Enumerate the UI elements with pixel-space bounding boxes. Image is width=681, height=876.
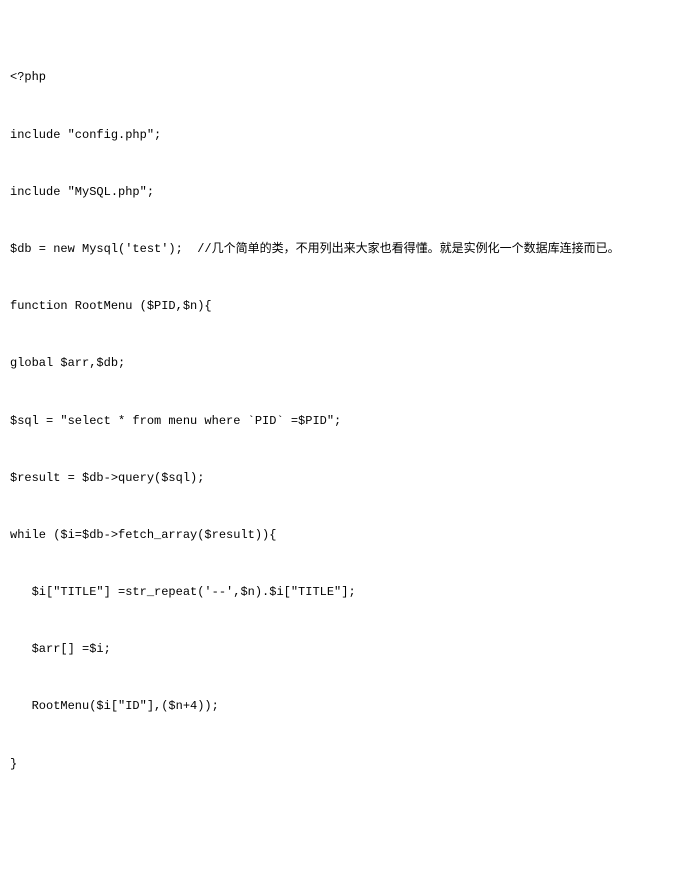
code-line: $i["TITLE"] =str_repeat('--',$n).$i["TIT… xyxy=(10,585,671,601)
code-line: } xyxy=(10,757,671,773)
code-line: RootMenu($i["ID"],($n+4)); xyxy=(10,699,671,715)
code-line: $sql = "select * from menu where `PID` =… xyxy=(10,414,671,430)
code-line: include "MySQL.php"; xyxy=(10,185,671,201)
code-line: <?php xyxy=(10,70,671,86)
code-line: $result = $db->query($sql); xyxy=(10,471,671,487)
code-line: function RootMenu ($PID,$n){ xyxy=(10,299,671,315)
code-line: $arr[] =$i; xyxy=(10,642,671,658)
code-line: global $arr,$db; xyxy=(10,356,671,372)
code-line: include "config.php"; xyxy=(10,128,671,144)
code-line: $db = new Mysql('test'); //几个简单的类，不用列出来大… xyxy=(10,242,671,258)
code-line: while ($i=$db->fetch_array($result)){ xyxy=(10,528,671,544)
